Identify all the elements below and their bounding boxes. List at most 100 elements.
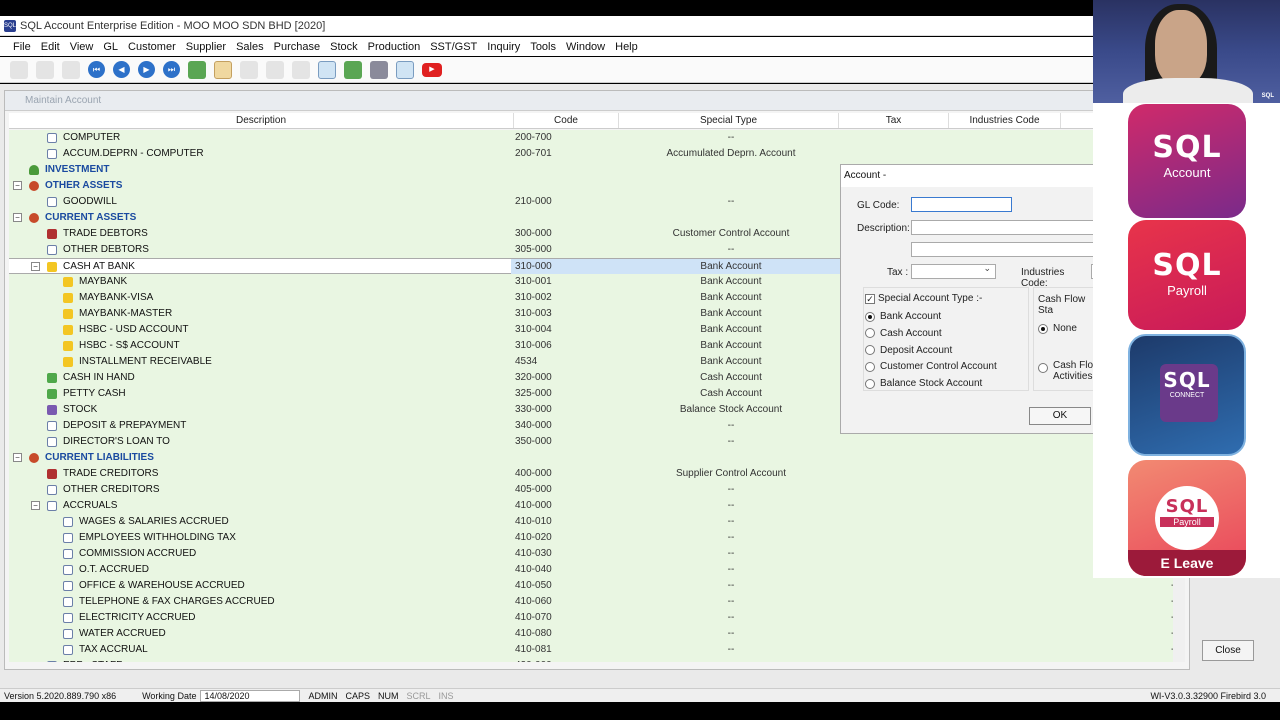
find-icon[interactable] xyxy=(318,60,336,79)
menu-stock[interactable]: Stock xyxy=(325,41,363,53)
table-row[interactable]: WATER ACCRUED410-080--- xyxy=(9,626,1185,642)
table-row[interactable]: TAX ACCRUAL410-081--- xyxy=(9,642,1185,658)
menu-edit[interactable]: Edit xyxy=(36,41,65,53)
last-record-icon[interactable]: ⏭ xyxy=(163,61,180,78)
menu-inquiry[interactable]: Inquiry xyxy=(482,41,525,53)
menu-view[interactable]: View xyxy=(65,41,99,53)
menu-tools[interactable]: Tools xyxy=(525,41,561,53)
table-row[interactable]: OFFICE & WAREHOUSE ACCRUED410-050--- xyxy=(9,578,1185,594)
column-tax[interactable]: Tax xyxy=(839,113,949,128)
row-special-type: -- xyxy=(727,564,735,575)
new-record-icon[interactable] xyxy=(188,60,206,79)
edit-record-icon[interactable] xyxy=(214,60,232,79)
menu-gl[interactable]: GL xyxy=(98,41,123,53)
gl-group-icon xyxy=(29,213,39,223)
special-type-deposit-account-radio[interactable]: Deposit Account xyxy=(865,345,952,356)
row-code: 320-000 xyxy=(515,372,552,383)
table-row[interactable]: OTHER CREDITORS 405-000 -- xyxy=(9,482,1185,498)
collapse-toggle-icon[interactable]: − xyxy=(31,262,40,271)
row-code: 310-001 xyxy=(515,276,552,287)
cash-flow-activities-radio[interactable]: Cash Flow Activities xyxy=(1038,360,1101,382)
table-row[interactable]: − CURRENT LIABILITIES xyxy=(9,450,1185,466)
collapse-toggle-icon[interactable]: − xyxy=(13,213,22,222)
previous-record-icon[interactable]: ◀ xyxy=(113,61,130,78)
table-row[interactable]: ELECTRICITY ACCRUED410-070--- xyxy=(9,610,1185,626)
special-type-checkbox[interactable]: ✓ Special Account Type :- xyxy=(865,293,982,304)
special-type-option-label: Bank Account xyxy=(880,311,942,322)
copy-icon[interactable] xyxy=(36,60,54,79)
account-icon xyxy=(47,197,57,207)
status-bar: Version 5.2020.889.790 x86 Working Date … xyxy=(0,688,1280,702)
description-2-input[interactable] xyxy=(911,242,1094,257)
special-type-cash-account-radio[interactable]: Cash Account xyxy=(865,328,942,339)
collapse-toggle-icon[interactable]: − xyxy=(13,453,22,462)
collapse-toggle-icon[interactable]: − xyxy=(13,181,22,190)
table-row[interactable]: ACCUM.DEPRN - COMPUTER 200-701 Accumulated… xyxy=(9,146,1185,162)
row-description: OTHER ASSETS xyxy=(45,180,123,191)
menu-sst-gst[interactable]: SST/GST xyxy=(425,41,482,53)
radio-icon xyxy=(865,311,875,322)
control-account-icon xyxy=(47,229,57,239)
table-row[interactable]: O.T. ACCRUED410-040--- xyxy=(9,562,1185,578)
account-icon xyxy=(63,597,73,607)
table-row[interactable]: − ACCRUALS 410-000 -- xyxy=(9,498,1185,514)
menu-supplier[interactable]: Supplier xyxy=(181,41,231,53)
column-description[interactable]: Description xyxy=(9,113,514,128)
menu-production[interactable]: Production xyxy=(363,41,426,53)
bank-icon xyxy=(63,293,73,303)
row-special-type: -- xyxy=(727,516,735,527)
first-record-icon[interactable]: ⏮ xyxy=(88,61,105,78)
working-date-label: Working Date xyxy=(142,690,197,701)
menu-window[interactable]: Window xyxy=(561,41,610,53)
preview-icon[interactable] xyxy=(396,60,414,79)
account-dialog: Account - GL Code: Description: Tax : In… xyxy=(840,164,1103,434)
special-type-customer-control-account-radio[interactable]: Customer Control Account xyxy=(865,361,997,372)
account-icon xyxy=(47,133,57,143)
next-record-icon[interactable]: ▶ xyxy=(138,61,155,78)
ok-button[interactable]: OK xyxy=(1029,407,1091,425)
video-tutorial-icon[interactable]: ▶ xyxy=(422,62,442,77)
menu-customer[interactable]: Customer xyxy=(123,41,181,53)
collapse-toggle-icon[interactable]: − xyxy=(31,501,40,510)
bank-icon xyxy=(63,341,73,351)
cash-flow-none-radio[interactable]: None xyxy=(1038,323,1077,334)
paste-icon[interactable] xyxy=(62,60,80,79)
menu-help[interactable]: Help xyxy=(610,41,643,53)
webcam-badge: SQL xyxy=(1261,93,1274,99)
special-type-bank-account-radio[interactable]: Bank Account xyxy=(865,311,941,322)
row-code: 405-000 xyxy=(515,484,552,495)
table-row[interactable]: DIRECTOR'S LOAN TO 350-000 -- xyxy=(9,434,1185,450)
row-code: 410-030 xyxy=(515,548,552,559)
row-special-type: Bank Account xyxy=(700,324,762,335)
table-row[interactable]: EMPLOYEES WITHHOLDING TAX410-020--- xyxy=(9,530,1185,546)
radio-icon xyxy=(1038,323,1048,334)
gl-code-label: GL Code: xyxy=(857,200,900,211)
delete-record-icon[interactable] xyxy=(240,60,258,79)
working-date-picker[interactable]: 14/08/2020 xyxy=(200,689,301,702)
save-icon[interactable] xyxy=(266,60,284,79)
cancel-icon[interactable] xyxy=(292,60,310,79)
special-type-balance-stock-account-radio[interactable]: Balance Stock Account xyxy=(865,378,982,389)
menu-file[interactable]: File xyxy=(8,41,36,53)
row-code: 210-000 xyxy=(515,196,552,207)
table-row[interactable]: TRADE CREDITORS 400-000 Supplier Control A… xyxy=(9,466,1185,482)
table-row[interactable]: COMMISSION ACCRUED410-030--- xyxy=(9,546,1185,562)
description-input[interactable] xyxy=(911,220,1094,235)
menu-purchase[interactable]: Purchase xyxy=(269,41,325,53)
column-industries-code[interactable]: Industries Code xyxy=(949,113,1061,128)
close-button[interactable]: Close xyxy=(1202,640,1254,661)
refresh-icon[interactable] xyxy=(344,60,362,79)
print-icon[interactable] xyxy=(370,60,388,79)
table-row[interactable]: TELEPHONE & FAX CHARGES ACCRUED 410-060 --… xyxy=(9,594,1185,610)
menu-sales[interactable]: Sales xyxy=(231,41,269,53)
title-bar: SQL SQL Account Enterprise Edition - MOO… xyxy=(0,16,1093,36)
cut-icon[interactable] xyxy=(10,60,28,79)
column-code[interactable]: Code xyxy=(514,113,619,128)
column-special-type[interactable]: Special Type xyxy=(619,113,839,128)
table-row[interactable]: COMPUTER 200-700 -- xyxy=(9,130,1185,146)
table-row[interactable]: WAGES & SALARIES ACCRUED410-010--- xyxy=(9,514,1185,530)
table-row[interactable]: EPF - STAFF 420-000 xyxy=(9,658,1185,662)
row-description: WAGES & SALARIES ACCRUED xyxy=(79,516,229,527)
gl-code-input[interactable] xyxy=(911,197,1012,212)
tax-select[interactable] xyxy=(911,263,996,279)
